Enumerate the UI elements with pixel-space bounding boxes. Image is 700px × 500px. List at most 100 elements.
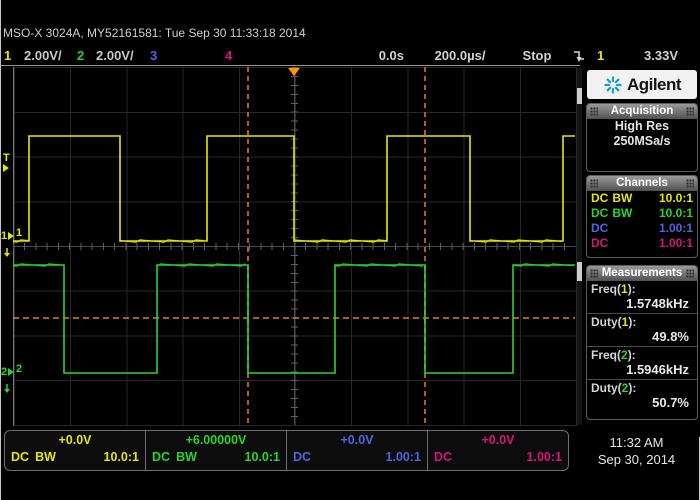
panel-scrollbar-track[interactable] [577, 68, 582, 425]
measurement-label-suffix: ): [628, 348, 636, 362]
ch2-ground-arrow-icon [8, 368, 14, 376]
ch2-trace-label: 2 [16, 364, 22, 374]
ch2-ground-marker[interactable]: 2 [1, 367, 14, 377]
panel-scrollbar-thumb-top[interactable] [577, 88, 582, 104]
channels-header-label: Channels [616, 177, 668, 189]
ch2-bw-limit: BW [612, 206, 632, 220]
ch2-ground-label: 2 [1, 367, 7, 377]
ch2-probe-ratio: 10.0:1 [659, 206, 693, 221]
channel-row-3[interactable]: DC 1.00:1 [587, 221, 697, 236]
agilent-wordmark: Agilent [627, 75, 681, 95]
trigger-level-marker[interactable]: T [3, 153, 10, 172]
ch1-ratio: 10.0:1 [104, 450, 139, 465]
drag-handle-icon [686, 269, 694, 278]
measurements-header[interactable]: Measurements [587, 266, 697, 281]
status-ch1-scale[interactable]: 2.00V/ [24, 48, 62, 64]
ch4-probe-ratio: 1.00:1 [659, 236, 693, 251]
trigger-edge-icon [573, 49, 586, 63]
channel-info-bar: +0.0V DCBW10.0:1 +6.00000V DCBW10.0:1 +0… [4, 430, 569, 471]
measurements-header-label: Measurements [602, 267, 683, 279]
screen-edge-left [0, 0, 1, 500]
measurement-channel: 2 [621, 348, 628, 362]
ch4-coupling: DC [434, 450, 452, 464]
status-ch2-number[interactable]: 2 [77, 48, 84, 64]
instrument-title: MSO-X 3024A, MY52161581: Tue Sep 30 11:3… [3, 26, 306, 40]
status-ch3-number[interactable]: 3 [150, 48, 157, 64]
ch1-ground-marker[interactable]: 1 [1, 231, 14, 241]
ch1-coupling: DC [591, 191, 608, 205]
status-time-offset[interactable]: 0.0s [350, 48, 404, 64]
measurement-label: Freq( [591, 282, 621, 296]
status-trigger-level[interactable]: 3.33V [616, 48, 678, 64]
channel-row-1[interactable]: DC BW 10.0:1 [587, 191, 697, 206]
drag-handle-icon [590, 269, 598, 278]
measurement-value: 49.8% [591, 329, 693, 344]
sample-rate: 250MSa/s [587, 134, 697, 149]
measurement-value: 1.5946kHz [591, 362, 693, 377]
measurement-freq1[interactable]: Freq(1): 1.5748kHz [587, 281, 697, 313]
ch1-offset: +0.0V [11, 433, 139, 448]
measurement-label: Duty( [591, 381, 622, 395]
channel-row-4[interactable]: DC 1.00:1 [587, 236, 697, 251]
graticule-vertical-ticks [291, 67, 298, 425]
status-ch2-scale[interactable]: 2.00V/ [96, 48, 134, 64]
measurement-duty2[interactable]: Duty(2): 50.7% [587, 379, 697, 412]
ch1-info-box[interactable]: +0.0V DCBW10.0:1 [5, 431, 146, 470]
ch4-coupling: DC [591, 236, 608, 250]
measurement-duty1[interactable]: Duty(1): 49.8% [587, 313, 697, 346]
ch1-ground-arrow-icon [8, 232, 14, 240]
ch1-probe-ratio: 10.0:1 [659, 191, 693, 206]
statusbar-separator [0, 65, 580, 66]
ch1-bw-limit: BW [612, 191, 632, 205]
acquisition-header[interactable]: Acquisition [587, 104, 697, 119]
acquisition-header-label: Acquisition [611, 105, 674, 117]
channel-row-2[interactable]: DC BW 10.0:1 [587, 206, 697, 221]
ch3-ratio: 1.00:1 [386, 450, 421, 465]
ch3-offset: +0.0V [293, 433, 421, 448]
clock: 11:32 AM Sep 30, 2014 [575, 434, 698, 468]
measurement-label: Freq( [591, 348, 621, 362]
measurement-label-suffix: ): [628, 381, 636, 395]
sidebar-panel: Agilent Acquisition High Res 250MSa/s Ch… [585, 67, 698, 425]
measurements-section: Measurements Freq(1): 1.5748kHz Duty(1):… [586, 265, 698, 420]
drag-handle-icon [590, 179, 598, 188]
ch4-info-box[interactable]: +0.0V DC1.00:1 [428, 431, 568, 470]
clock-date: Sep 30, 2014 [575, 451, 698, 468]
ch2-info-box[interactable]: +6.00000V DCBW10.0:1 [146, 431, 287, 470]
drag-handle-icon [686, 179, 694, 188]
status-ch1-number[interactable]: 1 [4, 48, 11, 64]
measurement-label-suffix: ): [628, 282, 636, 296]
trigger-level-label: T [3, 153, 10, 163]
ch2-ratio: 10.0:1 [245, 450, 280, 465]
ch1-trace-label: 1 [16, 228, 22, 238]
measurement-value: 1.5748kHz [591, 296, 693, 311]
acquisition-mode: High Res [587, 119, 697, 134]
ch1-ground-symbol [4, 253, 10, 257]
ch2-coupling: DC [152, 450, 170, 464]
status-run-state[interactable]: Stop [506, 48, 568, 64]
ch3-coupling: DC [293, 450, 311, 464]
ch3-coupling: DC [591, 221, 608, 235]
status-ch4-number[interactable]: 4 [225, 48, 232, 64]
ch2-ground-symbol [4, 389, 10, 393]
status-timebase[interactable]: 200.0µs/ [418, 48, 502, 64]
status-trigger-source[interactable]: 1 [597, 48, 604, 64]
measurement-label: Duty( [591, 315, 622, 329]
drag-handle-icon [590, 107, 598, 116]
channels-header[interactable]: Channels [587, 176, 697, 191]
ch3-probe-ratio: 1.00:1 [659, 221, 693, 236]
ch2-bw: BW [176, 450, 197, 464]
ch3-info-box[interactable]: +0.0V DC 1.00:1 [287, 431, 428, 470]
drag-handle-icon [686, 107, 694, 116]
measurement-label-suffix: ): [628, 315, 636, 329]
measurement-freq2[interactable]: Freq(2): 1.5946kHz [587, 346, 697, 379]
ch2-coupling: DC [591, 206, 608, 220]
ch4-ratio: 1.00:1 [527, 450, 562, 465]
ch1-coupling: DC [11, 450, 29, 464]
agilent-logo: Agilent [587, 70, 697, 99]
channels-section: Channels DC BW 10.0:1 DC BW 10.0:1 DC 1.00… [586, 175, 698, 258]
panel-scrollbar-thumb[interactable] [577, 262, 582, 281]
acquisition-section: Acquisition High Res 250MSa/s [586, 103, 698, 172]
trigger-level-arrow-icon [3, 164, 9, 172]
agilent-starburst-icon [603, 75, 623, 95]
